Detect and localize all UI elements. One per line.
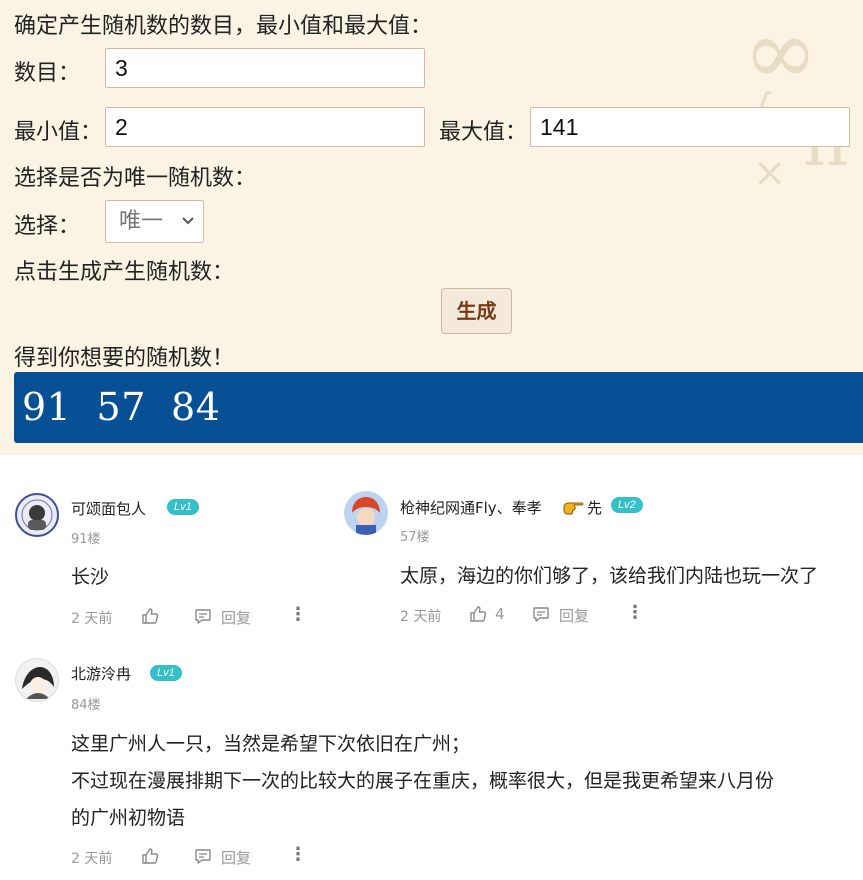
- level-badge: Lv2: [611, 497, 643, 513]
- count-label: 数目：: [14, 61, 81, 86]
- max-input[interactable]: 141: [530, 107, 850, 147]
- more-vertical-icon[interactable]: ⋮: [289, 604, 307, 625]
- comment-icon[interactable]: [194, 848, 212, 869]
- unique-select[interactable]: 唯一: [105, 200, 204, 243]
- click-title: 点击生成产生随机数：: [14, 260, 235, 285]
- more-vertical-icon[interactable]: ⋮: [626, 602, 644, 623]
- random-generator-panel: ∞ √ π × 确定产生随机数的数目，最小值和最大值： 数目： 3 最小值： 2…: [0, 0, 863, 455]
- unique-select-value: 唯一: [119, 209, 164, 234]
- min-input[interactable]: 2: [105, 107, 425, 147]
- avatar[interactable]: [344, 491, 388, 535]
- avatar[interactable]: [15, 493, 59, 537]
- pointing-hand-icon: [563, 498, 585, 520]
- thumbs-up-icon[interactable]: [141, 847, 159, 869]
- count-input[interactable]: 3: [105, 48, 425, 88]
- more-vertical-icon[interactable]: ⋮: [289, 844, 307, 865]
- comment-text: 长沙: [71, 566, 110, 588]
- comment-text: 太原，海边的你们够了，该给我们内陆也玩一次了: [400, 565, 819, 587]
- level-badge: Lv1: [167, 499, 199, 515]
- select-label: 选择：: [14, 214, 81, 239]
- result-numbers: 91 57 84: [22, 385, 221, 429]
- avatar[interactable]: [15, 658, 59, 702]
- floor-number: 91楼: [71, 532, 101, 547]
- min-label: 最小值：: [14, 120, 103, 145]
- username[interactable]: 北游泠冉: [71, 663, 131, 684]
- result-title: 得到你想要的随机数！: [14, 346, 235, 371]
- max-label: 最大值：: [439, 120, 528, 145]
- floor-number: 57楼: [400, 530, 430, 545]
- comment-time: 2 天前: [400, 609, 442, 625]
- comment-icon[interactable]: [194, 608, 212, 629]
- result-display: 91 57 84: [14, 372, 863, 443]
- chevron-down-icon: [181, 201, 195, 258]
- like-count: 4: [495, 605, 505, 623]
- comment-time: 2 天前: [71, 851, 113, 867]
- comment-text-line-2: 不过现在漫展排期下一次的比较大的展子在重庆，概率很大，但是我更希望来八月份: [71, 770, 775, 792]
- comment-time: 2 天前: [71, 611, 113, 627]
- unique-title: 选择是否为唯一随机数：: [14, 166, 257, 191]
- generate-button[interactable]: 生成: [441, 288, 512, 334]
- reply-button[interactable]: 回复: [221, 847, 251, 868]
- username-suffix: 先: [587, 499, 603, 517]
- reply-button[interactable]: 回复: [559, 605, 589, 626]
- prompt-title: 确定产生随机数的数目，最小值和最大值：: [14, 14, 433, 39]
- comment-text-line-3: 的广州初物语: [71, 807, 186, 829]
- comment-text-line-1: 这里广州人一只，当然是希望下次依旧在广州；: [71, 733, 471, 755]
- reply-button[interactable]: 回复: [221, 607, 251, 628]
- comment-icon[interactable]: [532, 606, 550, 627]
- username[interactable]: 枪神纪网通Fly、奉孝: [400, 497, 542, 518]
- username[interactable]: 可颂面包人: [71, 498, 146, 519]
- level-badge: Lv1: [150, 665, 182, 681]
- floor-number: 84楼: [71, 698, 101, 713]
- thumbs-up-icon[interactable]: [469, 605, 487, 627]
- thumbs-up-icon[interactable]: [141, 607, 159, 629]
